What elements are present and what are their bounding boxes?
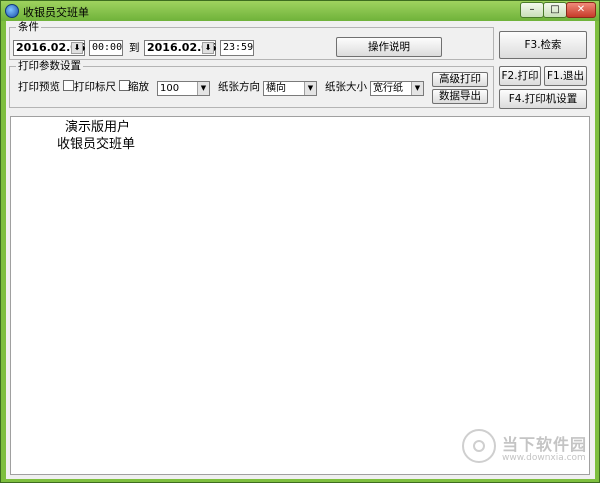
window-title: 收银员交班单 — [23, 6, 89, 19]
date-picker-icon[interactable]: ⬇ — [71, 42, 83, 54]
paper-size-value: 宽行纸 — [373, 83, 403, 94]
watermark: 当下软件园 www.downxia.com — [462, 429, 590, 469]
printer-settings-button[interactable]: F4.打印机设置 — [499, 89, 587, 109]
paper-size-label: 纸张大小 — [325, 81, 367, 93]
report-preview[interactable]: 演示版用户 收银员交班单 — [10, 116, 590, 475]
start-time-input[interactable]: 00:00 — [89, 40, 123, 56]
minimize-button[interactable]: – — [520, 2, 544, 18]
paper-size-select[interactable]: 宽行纸 ▼ — [370, 81, 424, 96]
zoom-label: 缩放 — [128, 81, 149, 93]
chevron-down-icon[interactable]: ▼ — [197, 82, 209, 95]
start-date-picker[interactable]: 2016.02.06 ⬇ — [13, 40, 86, 56]
maximize-button[interactable]: □ — [543, 2, 567, 18]
print-preview-label: 打印预览 — [18, 81, 60, 93]
chevron-down-icon[interactable]: ▼ — [411, 82, 423, 95]
print-ruler-checkbox[interactable]: 打印标尺 — [74, 80, 130, 94]
report-user-line: 演示版用户 — [65, 120, 131, 135]
exit-button[interactable]: F1.退出 — [544, 66, 587, 86]
orientation-select[interactable]: 横向 ▼ — [263, 81, 317, 96]
checkbox-icon[interactable] — [63, 80, 74, 91]
watermark-url: www.downxia.com — [502, 453, 586, 463]
end-date-picker[interactable]: 2016.02.06 ⬇ — [144, 40, 217, 56]
client-area: 条件 2016.02.06 ⬇ 00:00 到 2016.02.06 ⬇ 23:… — [6, 21, 595, 479]
end-time-input[interactable]: 23:59 — [220, 40, 254, 56]
conditions-legend: 条件 — [16, 21, 41, 33]
advanced-print-button[interactable]: 高级打印 — [432, 72, 488, 87]
date-picker-icon[interactable]: ⬇ — [202, 42, 214, 54]
print-ruler-label: 打印标尺 — [74, 81, 116, 93]
zoom-value: 100 — [160, 83, 180, 94]
close-button[interactable]: ✕ — [566, 2, 596, 18]
orientation-value: 横向 — [266, 83, 286, 94]
app-icon — [5, 4, 19, 18]
watermark-text: 当下软件园 — [502, 435, 588, 454]
search-button[interactable]: F3.检索 — [499, 31, 587, 59]
title-bar: 收银员交班单 – □ ✕ — [1, 1, 599, 21]
print-settings-legend: 打印参数设置 — [16, 60, 83, 72]
instructions-button[interactable]: 操作说明 — [336, 37, 442, 57]
conditions-group: 条件 2016.02.06 ⬇ 00:00 到 2016.02.06 ⬇ 23:… — [9, 21, 494, 60]
app-window: 收银员交班单 – □ ✕ 条件 2016.02.06 ⬇ 00:00 到 201… — [0, 0, 600, 483]
print-preview-checkbox[interactable]: 打印预览 — [18, 80, 74, 94]
report-title-line: 收银员交班单 — [57, 137, 136, 152]
watermark-logo-icon — [462, 429, 496, 463]
print-settings-group: 打印参数设置 打印预览 打印标尺 缩放 100 ▼ 纸张方向 横向 ▼ 纸张大小… — [9, 60, 494, 108]
chevron-down-icon[interactable]: ▼ — [304, 82, 316, 95]
print-button[interactable]: F2.打印 — [499, 66, 541, 86]
to-label: 到 — [129, 42, 140, 54]
export-button[interactable]: 数据导出 — [432, 89, 488, 104]
zoom-select[interactable]: 100 ▼ — [157, 81, 210, 96]
orientation-label: 纸张方向 — [218, 81, 260, 93]
watermark-logo-inner-icon — [473, 440, 485, 452]
